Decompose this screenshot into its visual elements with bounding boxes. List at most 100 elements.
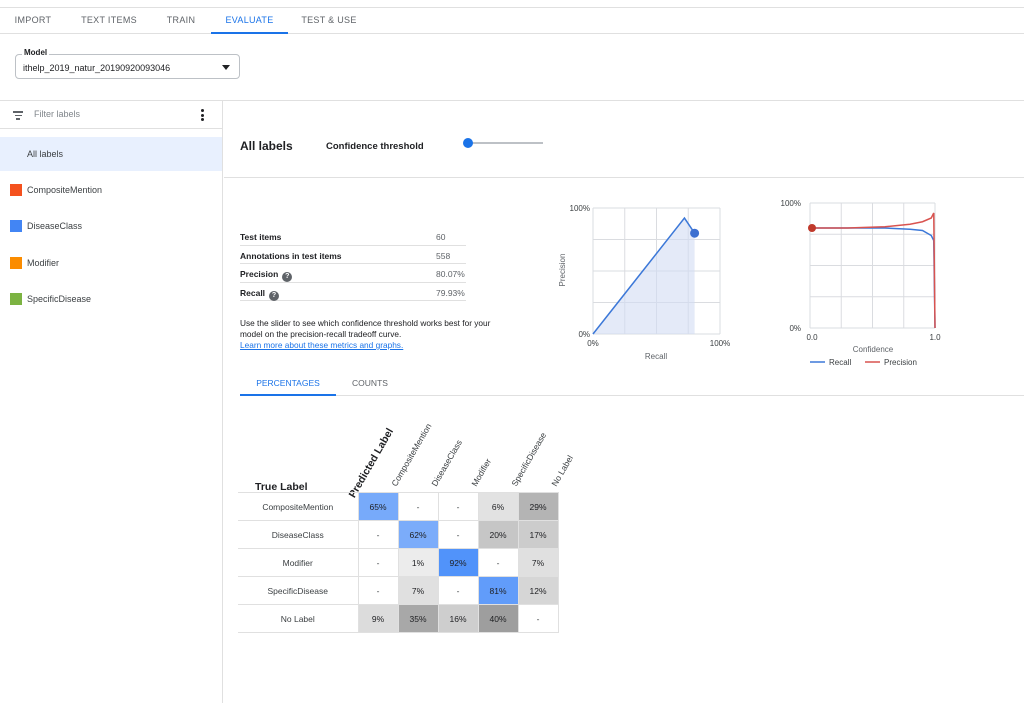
filter-labels-input[interactable]: Filter labels	[34, 109, 80, 119]
metric-value: 60	[436, 232, 446, 242]
matrix-cell[interactable]: -	[437, 520, 479, 549]
matrix-cell[interactable]: 65%	[357, 492, 399, 521]
matrix-cell[interactable]: 16%	[437, 604, 479, 633]
model-select-value: ithelp_2019_natur_20190920093046	[23, 63, 171, 73]
pr-y-bottom-tick: 0%	[578, 330, 590, 339]
info-text: Use the slider to see which confidence t…	[240, 318, 491, 339]
sidebar-item-label: CompositeMention	[27, 185, 103, 195]
label-color-swatch	[10, 220, 22, 232]
filter-icon[interactable]	[13, 111, 23, 122]
matrix-row-label: DiseaseClass	[238, 520, 359, 549]
sidebar-item-compositemention[interactable]: CompositeMention	[0, 173, 222, 207]
confidence-slider-track[interactable]	[467, 142, 543, 144]
tab-counts[interactable]: COUNTS	[336, 373, 404, 396]
matrix-column-header: DiseaseClass	[429, 437, 464, 488]
legend-precision-label: Precision	[884, 358, 917, 367]
tab-import[interactable]: IMPORT	[0, 8, 66, 34]
label-color-swatch	[10, 184, 22, 196]
matrix-cell[interactable]: 20%	[477, 520, 519, 549]
matrix-column-header: SpecificDisease	[509, 430, 549, 488]
matrix-cell[interactable]: 6%	[477, 492, 519, 521]
more-options-icon[interactable]	[201, 109, 204, 123]
matrix-tabs: PERCENTAGES COUNTS	[240, 373, 1024, 396]
metric-label: Test items	[240, 232, 282, 242]
matrix-row-label: Modifier	[238, 548, 359, 577]
tab-text-items[interactable]: TEXT ITEMS	[66, 8, 152, 34]
confidence-threshold-label: Confidence threshold	[326, 141, 424, 152]
matrix-cell[interactable]: -	[397, 492, 439, 521]
pr-x-right-tick: 100%	[710, 339, 730, 348]
tab-test-use[interactable]: TEST & USE	[288, 8, 370, 34]
matrix-cell[interactable]: -	[357, 520, 399, 549]
page-title: All labels	[240, 139, 293, 153]
predicted-label-heading: Predicted Label	[346, 426, 397, 500]
metric-label-wrap: Precision?	[240, 269, 293, 282]
matrix-cell[interactable]: 35%	[397, 604, 439, 633]
metric-label: Recall	[240, 287, 266, 298]
metric-row: Recall? 79.93%	[240, 283, 466, 301]
metric-row: Annotations in test items 558	[240, 246, 466, 264]
matrix-cell[interactable]: -	[437, 492, 479, 521]
metric-row: Precision? 80.07%	[240, 264, 466, 283]
sidebar-item-diseaseclass[interactable]: DiseaseClass	[0, 209, 222, 243]
table-row: Modifier -1% 92% -7%	[238, 548, 559, 577]
pr-area-fill	[593, 218, 695, 334]
model-select[interactable]: Model ithelp_2019_natur_20190920093046	[15, 48, 240, 79]
matrix-row-label: No Label	[238, 604, 359, 633]
sidebar-item-label: All labels	[27, 149, 64, 159]
cf-x-left-tick: 0.0	[806, 333, 818, 342]
matrix-cell[interactable]: 7%	[517, 548, 559, 577]
metric-value: 80.07%	[436, 269, 465, 279]
matrix-cell[interactable]: 92%	[437, 548, 479, 577]
metrics-table: Test items 60 Annotations in test items …	[240, 227, 466, 301]
confidence-slider-handle[interactable]	[463, 138, 473, 148]
confidence-chart: 100% 0% 0.0 1.0 Confidence Recall Precis…	[781, 199, 942, 367]
matrix-cell[interactable]: 40%	[477, 604, 519, 633]
sidebar-item-label: SpecificDisease	[27, 294, 92, 304]
sidebar-item-specificdisease[interactable]: SpecificDisease	[0, 282, 222, 316]
tab-bar: IMPORT TEXT ITEMS TRAIN EVALUATE TEST & …	[0, 8, 1024, 34]
matrix-cell[interactable]: 9%	[357, 604, 399, 633]
info-block: Use the slider to see which confidence t…	[240, 318, 510, 351]
sidebar-item-all-labels[interactable]: All labels	[0, 137, 222, 171]
table-row: SpecificDisease -7% -81% 12%	[238, 576, 559, 605]
metric-label: Annotations in test items	[240, 250, 342, 261]
pr-threshold-point	[690, 228, 700, 238]
matrix-column-header: Modifier	[469, 456, 494, 488]
matrix-cell[interactable]: 17%	[517, 520, 559, 549]
tab-evaluate[interactable]: EVALUATE	[211, 8, 288, 34]
filter-bar: Filter labels	[0, 101, 223, 129]
help-icon[interactable]: ?	[282, 272, 293, 282]
tab-train[interactable]: TRAIN	[152, 8, 210, 34]
matrix-cell[interactable]: -	[437, 576, 479, 605]
help-icon[interactable]: ?	[269, 290, 280, 301]
dropdown-caret-icon	[222, 65, 230, 70]
matrix-cell[interactable]: -	[517, 604, 559, 633]
matrix-cell[interactable]: -	[357, 576, 399, 605]
tab-percentages[interactable]: PERCENTAGES	[240, 373, 336, 396]
model-select-label: Model	[22, 48, 50, 57]
matrix-cell[interactable]: 7%	[397, 576, 439, 605]
learn-more-link[interactable]: Learn more about these metrics and graph…	[240, 340, 403, 350]
top-strip	[0, 0, 1024, 8]
matrix-cell[interactable]: 12%	[517, 576, 559, 605]
matrix-cell[interactable]: -	[477, 548, 519, 577]
confusion-matrix: CompositeMention 65% - -6% 29% DiseaseClass -6…	[238, 492, 559, 633]
matrix-cell[interactable]: 29%	[517, 492, 559, 521]
matrix-cell[interactable]: 62%	[397, 520, 439, 549]
pr-x-left-tick: 0%	[587, 339, 599, 348]
matrix-cell[interactable]: 1%	[397, 548, 439, 577]
sidebar-item-modifier[interactable]: Modifier	[0, 246, 222, 280]
legend-recall-label: Recall	[829, 358, 851, 367]
label-color-swatch	[10, 293, 22, 305]
label-sidebar: Filter labels All labels CompositeMentio…	[0, 101, 223, 703]
cf-x-right-tick: 1.0	[929, 333, 941, 342]
table-row: No Label 9% 35% 16% 40% -	[238, 604, 559, 633]
pr-x-axis-label: Recall	[645, 352, 667, 361]
pr-y-axis-label: Precision	[558, 254, 567, 287]
confidence-threshold-point	[808, 224, 816, 232]
precision-recall-chart: 100% 0% 0% 100% Recall Precision	[558, 204, 730, 361]
matrix-cell[interactable]: 81%	[477, 576, 519, 605]
cf-y-bottom-tick: 0%	[789, 324, 801, 333]
matrix-cell[interactable]: -	[357, 548, 399, 577]
